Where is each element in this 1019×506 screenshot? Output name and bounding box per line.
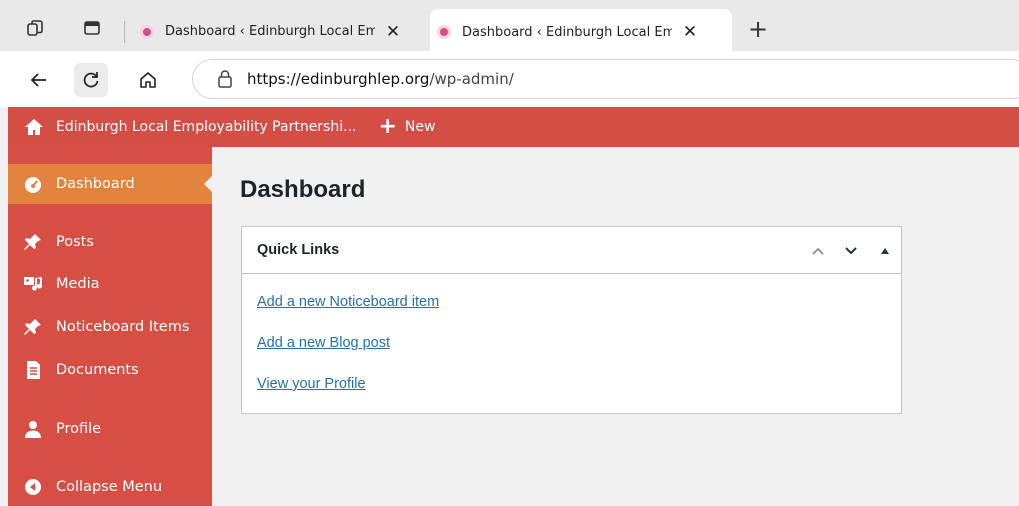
vertical-tabs-icon[interactable] — [78, 14, 106, 42]
move-up-button[interactable] — [808, 241, 828, 261]
page-title: Dashboard — [240, 176, 366, 203]
sidebar-item-label: Posts — [56, 234, 94, 250]
url-text: https://edinburghlep.org/wp-admin/ — [247, 70, 514, 88]
triangle-up-icon — [881, 248, 889, 254]
sidebar-item-label: Profile — [56, 421, 102, 437]
site-favicon-icon — [140, 24, 154, 39]
address-bar[interactable]: https://edinburghlep.org/wp-admin/ — [192, 59, 1019, 99]
lock-icon[interactable] — [213, 67, 237, 91]
tab-actions-icon[interactable] — [21, 14, 49, 42]
sidebar-item-label: Media — [56, 276, 100, 292]
sidebar-item-label: Dashboard — [56, 176, 135, 192]
document-icon — [22, 359, 44, 381]
reload-icon — [83, 72, 99, 88]
media-icon — [22, 273, 44, 295]
widget-title: Quick Links — [257, 242, 340, 258]
home-icon[interactable] — [24, 117, 44, 137]
new-label: New — [404, 119, 436, 135]
url-path: /wp-admin/ — [429, 70, 514, 88]
current-indicator — [204, 176, 212, 192]
tab-inactive[interactable]: Dashboard ‹ Edinburgh Local Emp ✕ — [133, 13, 426, 50]
sidebar-item-profile[interactable]: Profile — [8, 409, 212, 449]
dashboard-icon — [22, 173, 44, 195]
add-blog-post-link[interactable]: Add a new Blog post — [257, 335, 390, 351]
browser-toolbar: https://edinburghlep.org/wp-admin/ — [0, 51, 1019, 107]
sidebar-item-posts[interactable]: Posts — [8, 222, 212, 262]
collapse-menu-button[interactable]: Collapse Menu — [8, 467, 212, 506]
chevron-down-icon — [845, 247, 857, 255]
site-favicon-icon — [437, 25, 451, 39]
sidebar-item-noticeboard[interactable]: Noticeboard Items — [8, 307, 212, 347]
view-profile-link[interactable]: View your Profile — [257, 376, 366, 392]
site-name-link[interactable]: Edinburgh Local Employability Partnershi… — [56, 119, 356, 135]
user-icon — [22, 418, 44, 440]
pin-icon — [22, 231, 44, 253]
url-domain: https://edinburghlep.org — [247, 70, 430, 88]
tab-active[interactable]: Dashboard ‹ Edinburgh Local Emp ✕ — [430, 9, 732, 51]
sidebar-item-dashboard[interactable]: Dashboard — [8, 164, 212, 204]
back-arrow-icon — [30, 73, 46, 87]
toggle-panel-button[interactable] — [875, 241, 895, 261]
quick-links-widget: Quick Links Add a new Noticeboard item A… — [241, 226, 902, 414]
sidebar-item-media[interactable]: Media — [8, 264, 212, 304]
home-icon — [140, 72, 156, 88]
back-button[interactable] — [22, 63, 56, 97]
wp-admin-bar: Edinburgh Local Employability Partnershi… — [8, 107, 1019, 147]
home-button[interactable] — [131, 63, 165, 97]
new-content-button[interactable]: + New — [378, 114, 436, 139]
pin-icon — [22, 316, 44, 338]
reload-button[interactable] — [74, 63, 108, 97]
tab-title: Dashboard ‹ Edinburgh Local Emp — [462, 24, 672, 40]
new-tab-button[interactable]: + — [748, 17, 768, 41]
sidebar-item-documents[interactable]: Documents — [8, 350, 212, 390]
tab-close-icon[interactable]: ✕ — [680, 22, 700, 42]
plus-icon: + — [378, 114, 397, 139]
sidebar-item-label: Noticeboard Items — [56, 319, 190, 335]
tab-title: Dashboard ‹ Edinburgh Local Emp — [165, 24, 375, 39]
move-down-button[interactable] — [841, 241, 861, 261]
admin-sidebar: Dashboard Posts Media Noticeboard Items … — [8, 147, 212, 506]
add-noticeboard-link[interactable]: Add a new Noticeboard item — [257, 294, 439, 310]
tab-separator — [124, 21, 125, 43]
widget-header: Quick Links — [242, 227, 901, 274]
tab-close-icon[interactable]: ✕ — [383, 22, 403, 42]
collapse-icon — [22, 476, 44, 498]
sidebar-item-label: Documents — [56, 362, 139, 378]
sidebar-item-label: Collapse Menu — [56, 479, 163, 495]
chevron-up-icon — [812, 247, 824, 255]
